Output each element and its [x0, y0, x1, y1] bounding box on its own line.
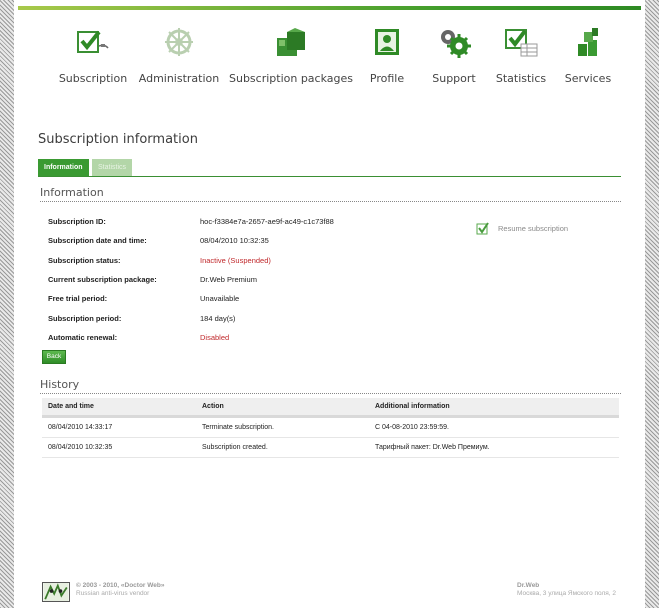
profile-icon	[375, 29, 399, 55]
administration-icon	[165, 28, 193, 56]
resume-subscription-label: Resume subscription	[498, 224, 569, 233]
field-value: Unavailable	[200, 294, 240, 303]
checkmark-icon	[476, 222, 489, 235]
field-label: Subscription period:	[48, 314, 122, 323]
field-label: Subscription ID:	[48, 217, 106, 226]
footer-address-block: Dr.Web Москва, 3 улица Ямского поля, 2	[517, 582, 635, 598]
right-border	[645, 0, 659, 608]
nav-item-administration[interactable]: Administration	[129, 26, 229, 85]
information-divider	[40, 201, 621, 202]
subscription-icon	[77, 30, 109, 53]
nav-label-services: Services	[564, 72, 612, 85]
drweb-logo-icon	[42, 582, 70, 602]
left-border	[0, 0, 14, 608]
cell-info: Тарифный пакет: Dr.Web Премиум.	[375, 444, 490, 451]
footer-copyright: © 2003 - 2010, «Doctor Web»	[76, 582, 165, 589]
tab-bar: Information Statistics	[38, 159, 621, 177]
cell-date: 08/04/2010 14:33:17	[48, 424, 113, 431]
renewal-value: Disabled	[200, 333, 230, 342]
footer: © 2003 - 2010, «Doctor Web» Russian anti…	[42, 580, 635, 604]
column-header-date: Date and time	[48, 403, 94, 410]
cell-date: 08/04/2010 10:32:35	[48, 444, 113, 451]
cell-info: С 04-08-2010 23:59:59.	[375, 424, 449, 431]
field-label: Automatic renewal:	[48, 333, 118, 342]
top-accent-bar	[18, 6, 641, 10]
field-label: Free trial period:	[48, 294, 108, 303]
support-icon	[441, 30, 471, 58]
footer-address: Москва, 3 улица Ямского поля, 2	[517, 590, 617, 597]
field-value: Dr.Web Premium	[200, 275, 257, 284]
page-container: Subscription Administration Subscription…	[18, 0, 641, 608]
packages-icon	[277, 28, 305, 56]
column-header-info: Additional information	[375, 403, 450, 410]
information-section-title: Information	[40, 186, 104, 199]
nav-label-subscription: Subscription	[58, 72, 128, 85]
column-header-action: Action	[202, 403, 224, 410]
nav-label-administration: Administration	[138, 72, 220, 85]
cell-action: Terminate subscription.	[202, 424, 274, 431]
field-label: Current subscription package:	[48, 275, 157, 284]
cell-action: Subscription created.	[202, 444, 268, 451]
tab-statistics[interactable]: Statistics	[92, 159, 133, 176]
nav-item-subscription[interactable]: Subscription	[43, 26, 143, 85]
field-label: Subscription date and time:	[48, 236, 147, 245]
tab-information[interactable]: Information	[38, 159, 89, 176]
status-value: Inactive (Suspended)	[200, 256, 271, 265]
history-table: Date and time Action Additional informat…	[42, 398, 619, 458]
back-button[interactable]: Back	[42, 350, 66, 364]
history-section-title: History	[40, 378, 80, 391]
field-value: 08/04/2010 10:32:35	[200, 236, 269, 245]
field-value: hoc-f3384e7a-2657-ae9f-ac49-c1c73f88	[200, 217, 334, 226]
footer-copyright-block: © 2003 - 2010, «Doctor Web» Russian anti…	[76, 582, 165, 598]
field-value: 184 day(s)	[200, 314, 236, 323]
services-icon	[578, 28, 598, 56]
table-row: 08/04/2010 10:32:35 Subscription created…	[42, 438, 619, 458]
nav-item-services[interactable]: Services	[538, 26, 638, 85]
footer-company: Dr.Web	[517, 582, 540, 589]
history-divider	[40, 393, 621, 394]
page-title: Subscription information	[38, 132, 198, 147]
field-label: Subscription status:	[48, 256, 121, 265]
table-row: 08/04/2010 14:33:17 Terminate subscripti…	[42, 418, 619, 438]
statistics-icon	[505, 29, 538, 57]
main-navigation: Subscription Administration Subscription…	[18, 26, 641, 96]
history-table-header: Date and time Action Additional informat…	[42, 398, 619, 418]
footer-tagline: Russian anti-virus vendor	[76, 590, 150, 597]
